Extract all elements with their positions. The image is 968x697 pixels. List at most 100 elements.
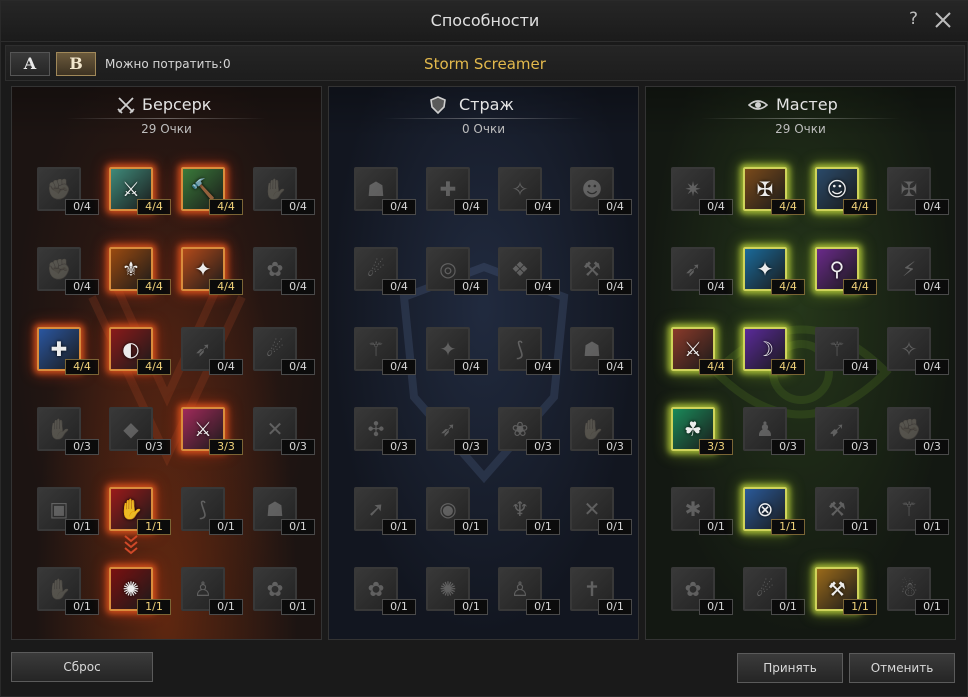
panel-berserk: Берсерк 29 Очки ✊ 0/4 ⚔ 4/4 🔨 4/4 ✋ 0/4 ✊ 0/4 ⚜ 4/4… xyxy=(11,86,322,640)
skill-level-badge: 1/1 xyxy=(137,519,171,535)
skill-level-badge: 4/4 xyxy=(843,279,877,295)
skill-level-badge: 0/3 xyxy=(598,439,632,455)
skill-level-badge: 4/4 xyxy=(137,279,171,295)
specialization-name: Storm Screamer xyxy=(424,55,546,73)
skill-level-badge: 0/1 xyxy=(843,519,877,535)
skill-level-badge: 0/3 xyxy=(771,439,805,455)
skill-level-badge: 0/4 xyxy=(454,359,488,375)
skill-level-badge: 4/4 xyxy=(137,199,171,215)
skill-level-badge: 0/1 xyxy=(454,519,488,535)
panel-header: Мастер 29 Очки xyxy=(646,87,955,137)
skill-level-badge: 0/4 xyxy=(598,279,632,295)
skill-level-badge: 4/4 xyxy=(137,359,171,375)
skill-level-badge: 0/3 xyxy=(915,439,949,455)
skill-level-badge: 3/3 xyxy=(209,439,243,455)
panel-title: Мастер xyxy=(776,95,838,114)
skill-level-badge: 4/4 xyxy=(771,359,805,375)
help-button[interactable]: ? xyxy=(909,9,918,29)
skill-level-badge: 0/1 xyxy=(699,599,733,615)
skill-level-badge: 4/4 xyxy=(771,279,805,295)
skill-level-badge: 0/1 xyxy=(382,599,416,615)
skill-level-badge: 0/3 xyxy=(382,439,416,455)
shield-icon xyxy=(428,95,448,115)
skill-level-badge: 1/1 xyxy=(771,519,805,535)
skill-level-badge: 0/4 xyxy=(454,279,488,295)
panel-divider xyxy=(67,118,266,119)
panel-divider xyxy=(384,118,583,119)
skill-level-badge: 0/4 xyxy=(65,199,99,215)
skill-level-badge: 0/3 xyxy=(454,439,488,455)
skill-level-badge: 0/4 xyxy=(598,359,632,375)
skill-level-badge: 0/1 xyxy=(65,519,99,535)
skill-level-badge: 0/4 xyxy=(526,199,560,215)
skill-level-badge: 0/1 xyxy=(454,599,488,615)
skill-level-badge: 0/1 xyxy=(382,519,416,535)
skill-level-badge: 0/1 xyxy=(65,599,99,615)
skill-level-badge: 0/4 xyxy=(598,199,632,215)
skill-level-badge: 4/4 xyxy=(699,359,733,375)
skill-level-badge: 1/1 xyxy=(137,599,171,615)
skill-level-badge: 0/3 xyxy=(281,439,315,455)
skill-level-badge: 0/3 xyxy=(843,439,877,455)
skill-level-badge: 0/4 xyxy=(209,359,243,375)
skill-level-badge: 0/1 xyxy=(598,599,632,615)
toolbar: A B Можно потратить: 0 Storm Screamer xyxy=(5,45,965,81)
panel-points: 29 Очки xyxy=(141,122,192,136)
skill-level-badge: 0/4 xyxy=(281,359,315,375)
eye-icon xyxy=(747,95,769,115)
reset-button[interactable]: Сброс xyxy=(11,652,153,682)
panel-title: Страж xyxy=(459,95,514,114)
title-bar[interactable]: Способности ? xyxy=(1,1,968,42)
skill-level-badge: 0/4 xyxy=(281,279,315,295)
skill-level-badge: 0/1 xyxy=(915,599,949,615)
skill-level-badge: 0/1 xyxy=(281,519,315,535)
skill-level-badge: 0/4 xyxy=(382,279,416,295)
skill-level-badge: 0/1 xyxy=(281,599,315,615)
accept-button[interactable]: Принять xyxy=(737,653,843,683)
panel-divider xyxy=(701,118,900,119)
skill-level-badge: 0/4 xyxy=(526,279,560,295)
skill-level-badge: 0/4 xyxy=(915,359,949,375)
skill-level-badge: 0/4 xyxy=(65,279,99,295)
skill-level-badge: 0/3 xyxy=(137,439,171,455)
skill-level-badge: 0/4 xyxy=(915,199,949,215)
skill-level-badge: 4/4 xyxy=(65,359,99,375)
skill-level-badge: 0/4 xyxy=(915,279,949,295)
skill-level-badge: 4/4 xyxy=(843,199,877,215)
panel-header: Страж 0 Очки xyxy=(329,87,638,137)
panel-master: Мастер 29 Очки ✷ 0/4 ✠ 4/4 ☺ 4/4 ✠ 0/4 ➶ 0/4 ✦ 4/4 ⚲… xyxy=(645,86,956,640)
skill-level-badge: 4/4 xyxy=(771,199,805,215)
skill-level-badge: 0/4 xyxy=(281,199,315,215)
skill-level-badge: 0/4 xyxy=(382,199,416,215)
crossed-swords-icon xyxy=(116,95,136,115)
window-title: Способности xyxy=(430,11,540,30)
skill-level-badge: 4/4 xyxy=(209,199,243,215)
skill-level-badge: 0/1 xyxy=(526,599,560,615)
close-icon[interactable] xyxy=(933,10,953,30)
skill-level-badge: 0/4 xyxy=(526,359,560,375)
skill-level-badge: 0/1 xyxy=(526,519,560,535)
skill-level-badge: 0/1 xyxy=(771,599,805,615)
skill-level-badge: 0/4 xyxy=(699,199,733,215)
skill-level-badge: 0/1 xyxy=(915,519,949,535)
skill-level-badge: 1/1 xyxy=(843,599,877,615)
skill-level-badge: 0/4 xyxy=(454,199,488,215)
skill-level-badge: 0/3 xyxy=(65,439,99,455)
cancel-button[interactable]: Отменить xyxy=(849,653,955,683)
panel-header: Берсерк 29 Очки xyxy=(12,87,321,137)
panel-points: 0 Очки xyxy=(461,122,506,136)
skill-level-badge: 0/4 xyxy=(843,359,877,375)
panel-points: 29 Очки xyxy=(775,122,826,136)
skill-level-badge: 3/3 xyxy=(699,439,733,455)
skill-level-badge: 0/4 xyxy=(382,359,416,375)
skill-level-badge: 4/4 xyxy=(209,279,243,295)
skill-level-badge: 0/4 xyxy=(699,279,733,295)
skill-level-badge: 0/3 xyxy=(526,439,560,455)
chevron-down-icon xyxy=(124,535,138,555)
panel-guard: Страж 0 Очки ☗ 0/4 ✚ 0/4 ✧ 0/4 ☻ 0/4 ☄ 0/4 ◎ 0/4 ❖ 0/… xyxy=(328,86,639,640)
skill-level-badge: 0/1 xyxy=(598,519,632,535)
skill-level-badge: 0/1 xyxy=(209,519,243,535)
panel-title: Берсерк xyxy=(142,95,212,114)
skills-window: Способности ? A B Можно потратить: 0 Sto… xyxy=(0,0,968,697)
skill-level-badge: 0/1 xyxy=(699,519,733,535)
